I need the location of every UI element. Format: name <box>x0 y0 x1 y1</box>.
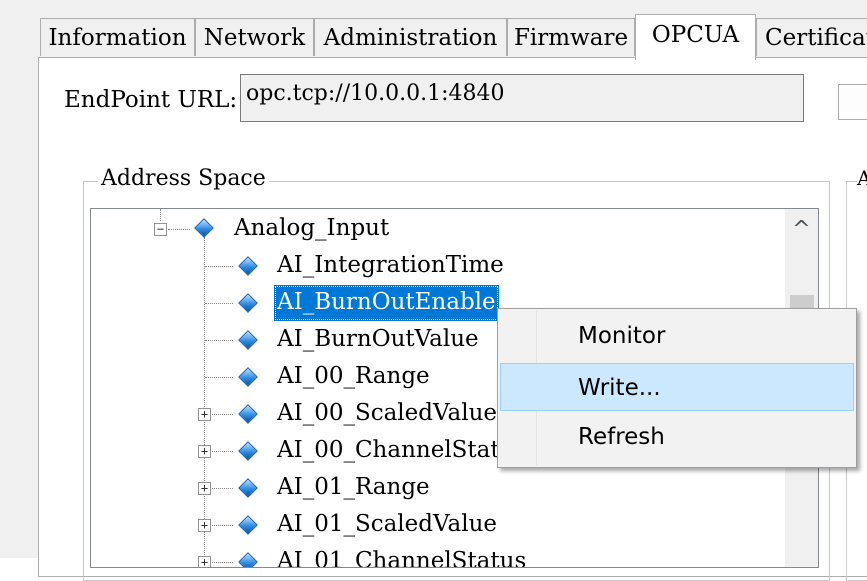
tree-connector <box>205 266 233 267</box>
tree-node-label: AI_00_ChannelStat <box>277 437 500 463</box>
menu-item-write[interactable]: Write... <box>500 363 854 411</box>
tree-node-label: AI_01_ChannelStatus <box>277 548 527 568</box>
tree-node[interactable]: + AI_01_ScaledValue <box>91 507 785 543</box>
opc-node-icon <box>238 330 258 350</box>
menu-item-monitor[interactable]: Monitor <box>500 312 854 360</box>
opc-node-icon <box>194 218 214 238</box>
menu-item-label: Write... <box>578 375 661 401</box>
tree-node-label: AI_01_Range <box>277 474 430 500</box>
tree-node-analog-input[interactable]: − Analog_Input <box>91 211 785 247</box>
tab-information[interactable]: Information <box>40 18 195 56</box>
opc-node-icon <box>238 256 258 276</box>
menu-item-label: Monitor <box>578 323 666 349</box>
opc-node-icon <box>238 478 258 498</box>
opc-node-icon <box>238 552 258 567</box>
opc-node-icon <box>238 515 258 535</box>
opc-node-icon <box>238 367 258 387</box>
menu-item-label: Refresh <box>578 424 665 450</box>
tree-node-label: AI_BurnOutValue <box>277 326 479 352</box>
expand-icon[interactable]: + <box>198 519 211 532</box>
tree-node[interactable]: + AI_01_Range <box>91 470 785 506</box>
opc-node-icon <box>238 441 258 461</box>
opc-node-icon <box>238 404 258 424</box>
tree-node[interactable]: AI_IntegrationTime <box>91 248 785 284</box>
tree-node-label: Analog_Input <box>234 215 390 241</box>
endpoint-url-label: EndPoint URL: <box>64 87 238 113</box>
attributes-group-title: A <box>857 166 867 190</box>
tree-connector <box>205 303 233 304</box>
endpoint-url-field[interactable]: opc.tcp://10.0.0.1:4840 <box>240 74 804 122</box>
tab-certificate[interactable]: Certificat <box>756 18 867 56</box>
tab-administration[interactable]: Administration <box>314 18 507 56</box>
tree-node-label: AI_01_ScaledValue <box>277 511 497 537</box>
tree-connector <box>212 414 233 415</box>
tab-network[interactable]: Network <box>195 18 314 56</box>
tree-node-label: AI_00_Range <box>277 363 430 389</box>
menu-item-refresh[interactable]: Refresh <box>500 413 854 461</box>
tree-connector <box>205 340 233 341</box>
address-space-title: Address Space <box>98 166 269 191</box>
tab-bar: Information Network Administration Firmw… <box>40 14 867 60</box>
scroll-up-arrow-icon[interactable]: ^ <box>785 209 818 249</box>
tab-opcua[interactable]: OPCUA <box>635 14 756 60</box>
tree-node-label: AI_IntegrationTime <box>277 252 504 278</box>
expand-icon[interactable]: + <box>198 445 211 458</box>
tree-connector <box>168 229 190 230</box>
connect-button[interactable] <box>838 84 867 120</box>
tree-node-label: AI_BurnOutEnable <box>274 285 499 321</box>
tree-connector <box>212 525 233 526</box>
tree-node-label: AI_00_ScaledValue <box>277 400 497 426</box>
tree-connector <box>212 451 233 452</box>
expand-icon[interactable]: + <box>198 482 211 495</box>
expand-icon[interactable]: + <box>198 408 211 421</box>
tree-connector <box>212 488 233 489</box>
tree-connector <box>205 377 233 378</box>
tree-connector <box>212 562 233 563</box>
tree-node[interactable]: + AI_01_ChannelStatus <box>91 544 785 568</box>
opc-node-icon <box>238 293 258 313</box>
tab-firmware[interactable]: Firmware <box>507 18 635 56</box>
context-menu: Monitor Write... Refresh <box>497 308 857 468</box>
collapse-icon[interactable]: − <box>154 223 167 236</box>
